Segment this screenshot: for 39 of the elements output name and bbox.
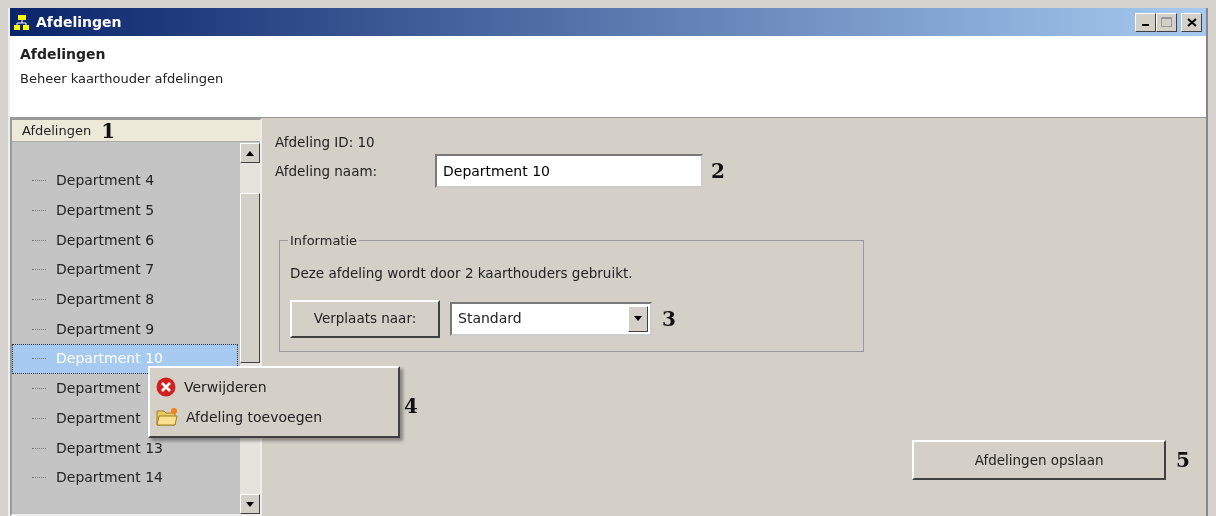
annotation-number: 1: [101, 120, 116, 141]
target-dropdown[interactable]: Standard: [450, 301, 652, 336]
minimize-button[interactable]: [1135, 12, 1156, 32]
down-arrow-icon: [246, 501, 254, 507]
window-title: Afdelingen: [36, 12, 122, 32]
annotation-number: 4: [404, 396, 418, 416]
tree-item[interactable]: Department 7: [12, 255, 238, 285]
maximize-icon: [1161, 17, 1172, 27]
maximize-button[interactable]: [1156, 12, 1177, 32]
tree-item[interactable]: Department 6: [12, 225, 238, 256]
id-label: Afdeling ID: 10: [275, 133, 376, 152]
move-to-button[interactable]: Verplaats naar:: [290, 299, 440, 338]
annotation-number: 3: [662, 308, 676, 329]
annotation-number: 2: [711, 161, 725, 182]
menu-item[interactable]: Afdeling toevoegen: [156, 402, 392, 432]
save-button[interactable]: Afdelingen opslaan: [912, 440, 1167, 481]
tree-item[interactable]: Department 4: [12, 166, 238, 196]
scroll-up-button[interactable]: [240, 143, 260, 163]
name-label: Afdeling naam:: [275, 162, 379, 182]
menu-item[interactable]: Verwijderen: [156, 372, 392, 402]
up-arrow-icon: [246, 150, 254, 156]
tree-item[interactable]: Department 14: [12, 462, 238, 493]
tree-item[interactable]: Department 5: [12, 195, 238, 226]
tree-heading: Afdelingen: [22, 121, 92, 140]
tree-item[interactable]: Department 9: [12, 314, 238, 345]
annotation-number: 5: [1176, 450, 1190, 471]
folder-icon: [156, 407, 178, 427]
scroll-thumb[interactable]: [240, 193, 260, 363]
usage-text: Deze afdeling wordt door 2 kaarthouders gebruikt.: [290, 264, 634, 284]
delete-icon: [156, 377, 176, 397]
tree-item[interactable]: Department 8: [12, 284, 238, 315]
scroll-down-button[interactable]: [240, 494, 260, 514]
name-input-field[interactable]: Department 10: [435, 154, 703, 189]
header-subtitle: Beheer kaarthouder afdelingen: [20, 70, 225, 88]
header-title: Afdelingen: [20, 45, 107, 64]
close-button[interactable]: [1181, 12, 1202, 32]
close-icon: [1186, 17, 1197, 27]
tree-item[interactable]: Department 13: [12, 433, 238, 463]
org-chart-icon: [14, 14, 30, 31]
